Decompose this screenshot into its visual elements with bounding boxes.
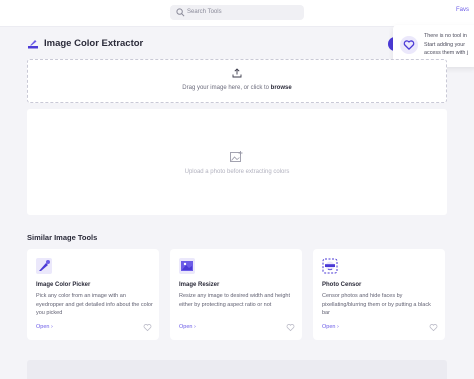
tooltip-line-3: access them with j xyxy=(424,50,469,56)
card-open-link[interactable]: Open › xyxy=(36,324,53,330)
preview-placeholder-text: Upload a photo before extracting colors xyxy=(184,169,290,175)
card-title: Image Resizer xyxy=(179,282,220,288)
censor-face-icon xyxy=(322,258,338,274)
color-picker-icon xyxy=(36,258,52,274)
tooltip-line-2: Start adding your xyxy=(424,41,466,48)
dropzone-text: Drag your image here, or click to xyxy=(182,85,271,91)
search-box[interactable]: Search Tools xyxy=(170,5,304,20)
image-resize-icon xyxy=(179,258,195,274)
favorite-heart-icon[interactable] xyxy=(143,323,152,332)
card-open-link[interactable]: Open › xyxy=(322,324,339,330)
card-title: Image Color Picker xyxy=(36,282,91,288)
card-open-link[interactable]: Open › xyxy=(179,324,196,330)
page-title: Image Color Extractor xyxy=(44,38,144,49)
tooltip-text: There is no tool in Start adding your ac… xyxy=(424,32,468,58)
favs-link[interactable]: Favs xyxy=(456,7,469,13)
upload-icon xyxy=(232,68,242,78)
favorite-heart-icon[interactable] xyxy=(286,323,295,332)
card-description: Resize any image to desired width and he… xyxy=(179,293,290,308)
heart-icon xyxy=(403,40,415,50)
card-description: Censor photos and hide faces by pixellat… xyxy=(322,293,431,317)
footer-panel xyxy=(27,360,447,379)
image-dropzone[interactable]: Drag your image here, or click to browse xyxy=(27,59,447,103)
heart-badge xyxy=(400,36,418,54)
top-bar: Search Tools Favs xyxy=(0,0,474,27)
tooltip-line-1: There is no tool in xyxy=(424,33,467,39)
tool-card-photo-censor[interactable]: Photo Censor Censor photos and hide face… xyxy=(313,249,445,340)
search-input[interactable]: Search Tools xyxy=(187,7,222,18)
color-extractor-icon xyxy=(28,40,38,49)
tool-card-color-picker[interactable]: Image Color Picker Pick any color from a… xyxy=(27,249,159,340)
tool-card-image-resizer[interactable]: Image Resizer Resize any image to desire… xyxy=(170,249,302,340)
browse-link[interactable]: browse xyxy=(271,85,292,91)
image-preview-area: Upload a photo before extracting colors xyxy=(27,109,447,215)
search-icon xyxy=(176,8,185,17)
similar-tools-heading: Similar Image Tools xyxy=(27,233,98,242)
card-title: Photo Censor xyxy=(322,282,362,288)
image-placeholder-icon xyxy=(230,151,243,162)
card-description: Pick any color from an image with an eye… xyxy=(36,293,153,317)
dropzone-label: Drag your image here, or click to browse xyxy=(28,85,446,91)
favorite-heart-icon[interactable] xyxy=(429,323,438,332)
